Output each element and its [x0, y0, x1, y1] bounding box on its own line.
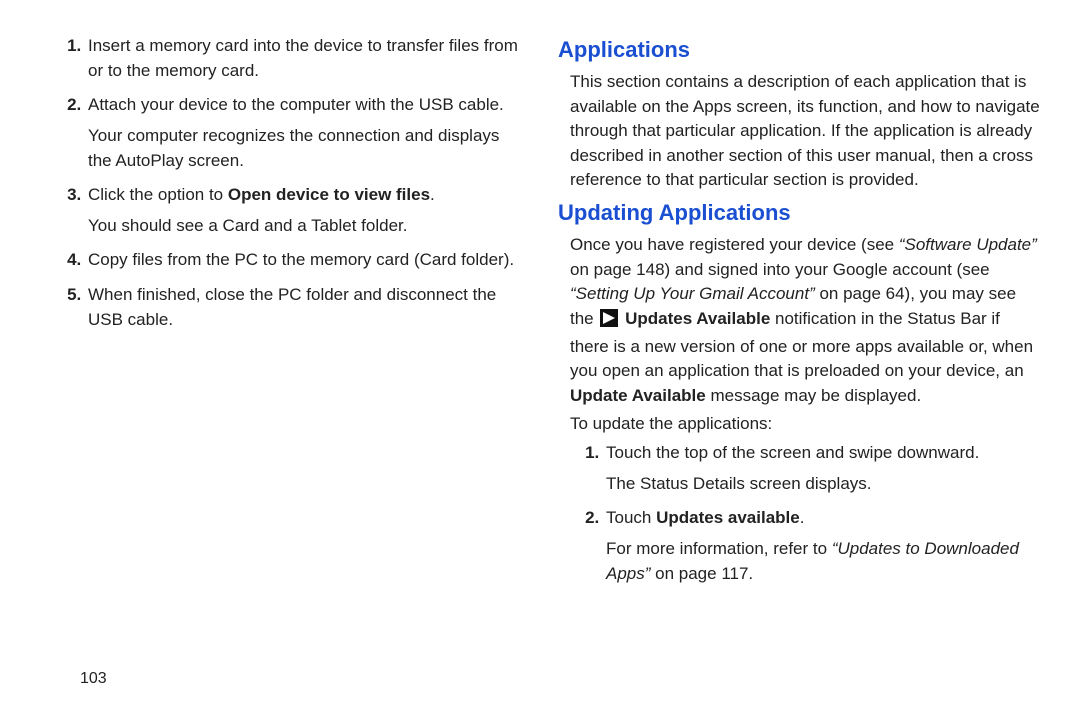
sub-pre: For more information, refer to	[606, 539, 832, 558]
heading-applications: Applications	[558, 34, 1040, 66]
list-item: Attach your device to the computer with …	[86, 93, 522, 173]
list-item: Touch the top of the screen and swipe do…	[604, 441, 1040, 496]
step-bold: Open device to view files	[228, 185, 430, 204]
step-sub: You should see a Card and a Tablet folde…	[88, 214, 522, 239]
update-lead: To update the applications:	[570, 412, 1040, 437]
step-pre: Touch	[606, 508, 656, 527]
txt-bold: Update Available	[570, 386, 706, 405]
step-text: Attach your device to the computer with …	[88, 95, 504, 114]
txt-bold: Updates Available	[625, 309, 770, 328]
manual-page: Insert a memory card into the device to …	[0, 0, 1080, 720]
txt: on page 148) and signed into your Google…	[570, 260, 990, 279]
list-item: Click the option to Open device to view …	[86, 183, 522, 238]
step-text: Insert a memory card into the device to …	[88, 36, 518, 80]
right-column: Applications This section contains a des…	[542, 34, 1040, 720]
heading-updating: Updating Applications	[558, 197, 1040, 229]
step-pre: Click the option to	[88, 185, 228, 204]
sub-post: on page 117.	[650, 564, 753, 583]
step-sub: Your computer recognizes the connection …	[88, 124, 522, 173]
cross-ref: “Setting Up Your Gmail Account”	[570, 284, 815, 303]
step-post: .	[430, 185, 435, 204]
txt: message may be displayed.	[706, 386, 921, 405]
page-number: 103	[80, 667, 107, 690]
list-item: When finished, close the PC folder and d…	[86, 283, 522, 332]
cross-ref: “Software Update”	[899, 235, 1037, 254]
applications-body: This section contains a description of e…	[570, 70, 1040, 193]
left-column: Insert a memory card into the device to …	[40, 34, 542, 720]
step-post: .	[800, 508, 805, 527]
step-text: Touch the top of the screen and swipe do…	[606, 443, 979, 462]
list-item: Insert a memory card into the device to …	[86, 34, 522, 83]
step-text: Copy files from the PC to the memory car…	[88, 250, 514, 269]
step-text: When finished, close the PC folder and d…	[88, 285, 496, 329]
updating-body: Once you have registered your device (se…	[570, 233, 1040, 408]
step-bold: Updates available	[656, 508, 800, 527]
txt: Once you have registered your device (se…	[570, 235, 899, 254]
right-steps: Touch the top of the screen and swipe do…	[558, 441, 1040, 586]
list-item: Copy files from the PC to the memory car…	[86, 248, 522, 273]
list-item: Touch Updates available. For more inform…	[604, 506, 1040, 586]
step-sub: The Status Details screen displays.	[606, 472, 1040, 497]
step-sub: For more information, refer to “Updates …	[606, 537, 1040, 586]
left-steps: Insert a memory card into the device to …	[40, 34, 522, 332]
play-store-icon	[600, 309, 618, 335]
